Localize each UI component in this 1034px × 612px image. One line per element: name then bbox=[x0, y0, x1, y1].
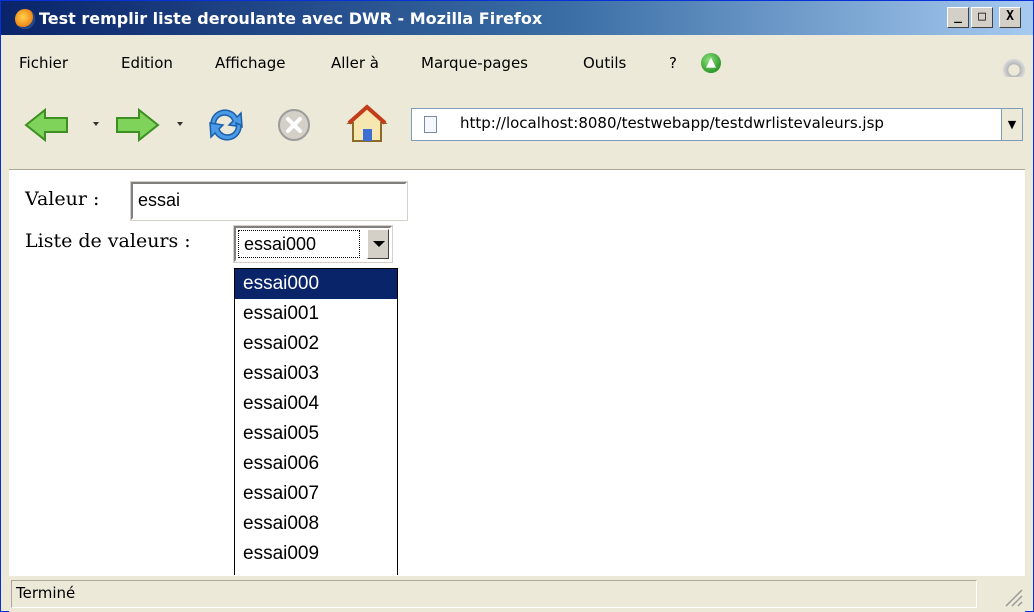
list-option[interactable]: essai007 bbox=[235, 479, 397, 509]
menu-help[interactable]: ? bbox=[669, 54, 677, 72]
menu-fichier[interactable]: Fichier bbox=[19, 54, 68, 72]
valeur-label: Valeur : bbox=[25, 188, 100, 210]
page-icon bbox=[424, 116, 437, 133]
resize-grip-icon[interactable] bbox=[1003, 586, 1023, 608]
menu-outils[interactable]: Outils bbox=[583, 54, 626, 72]
maximize-button[interactable]: □ bbox=[971, 7, 993, 28]
liste-select[interactable]: essai000 bbox=[233, 225, 393, 263]
list-option[interactable]: essai006 bbox=[235, 449, 397, 479]
list-option[interactable]: essai003 bbox=[235, 359, 397, 389]
close-button[interactable]: X bbox=[999, 7, 1021, 28]
status-bar: Terminé bbox=[9, 575, 1025, 612]
url-text[interactable]: http://localhost:8080/testwebapp/testdwr… bbox=[460, 114, 884, 132]
minimize-button[interactable]: _ bbox=[947, 7, 969, 28]
menu-affichage[interactable]: Affichage bbox=[215, 54, 285, 72]
liste-label: Liste de valeurs : bbox=[25, 230, 191, 252]
select-dropdown-list: essai000 essai001 essai002 essai003 essa… bbox=[234, 268, 398, 576]
menu-aller[interactable]: Aller à bbox=[331, 54, 379, 72]
window-title: Test remplir liste deroulante avec DWR -… bbox=[39, 9, 543, 28]
valeur-input[interactable]: essai bbox=[130, 181, 408, 221]
stop-icon[interactable] bbox=[275, 107, 313, 143]
page-content: Valeur : essai Liste de valeurs : essai0… bbox=[9, 169, 1025, 576]
list-option[interactable]: essai001 bbox=[235, 299, 397, 329]
firefox-icon bbox=[15, 9, 35, 29]
title-bar[interactable]: Test remplir liste deroulante avec DWR -… bbox=[1, 1, 1033, 35]
home-icon[interactable] bbox=[345, 103, 389, 145]
back-icon[interactable] bbox=[23, 107, 109, 143]
url-bar[interactable]: http://localhost:8080/testwebapp/testdwr… bbox=[411, 108, 1023, 141]
menu-marque-pages[interactable]: Marque-pages bbox=[421, 54, 528, 72]
menu-edition[interactable]: Edition bbox=[121, 54, 173, 72]
url-history-dropdown[interactable]: ▼ bbox=[1001, 109, 1022, 140]
update-icon[interactable]: ▲ bbox=[701, 53, 721, 73]
list-option[interactable]: essai009 bbox=[235, 539, 397, 569]
reload-icon[interactable] bbox=[205, 105, 247, 145]
list-option[interactable]: essai005 bbox=[235, 419, 397, 449]
status-text: Terminé bbox=[16, 584, 76, 602]
list-option[interactable]: essai000 bbox=[235, 269, 397, 299]
browser-window: Test remplir liste deroulante avec DWR -… bbox=[0, 0, 1034, 612]
navigation-toolbar: http://localhost:8080/testwebapp/testdwr… bbox=[1, 77, 1033, 169]
list-option[interactable]: essai008 bbox=[235, 509, 397, 539]
menu-bar: Fichier Edition Affichage Aller à Marque… bbox=[1, 35, 1033, 77]
select-arrow-button[interactable] bbox=[367, 229, 389, 259]
select-current-value[interactable]: essai000 bbox=[238, 230, 360, 258]
list-option[interactable]: essai004 bbox=[235, 389, 397, 419]
forward-icon[interactable] bbox=[113, 107, 199, 143]
status-pane: Terminé bbox=[11, 580, 977, 608]
list-option[interactable]: essai002 bbox=[235, 329, 397, 359]
